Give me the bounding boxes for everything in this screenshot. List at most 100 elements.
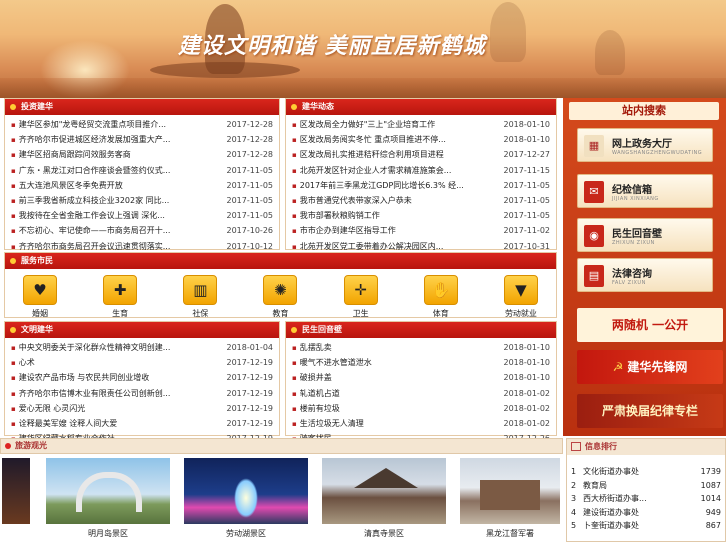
service-item[interactable]: ✺ 教育 bbox=[255, 275, 305, 319]
panel-title[interactable]: 投资建华 bbox=[21, 102, 53, 111]
scroll-left-arrow[interactable] bbox=[2, 458, 30, 524]
photo-dujunshu[interactable] bbox=[460, 458, 560, 524]
service-item[interactable]: ♥ 婚姻 bbox=[15, 275, 65, 319]
news-item[interactable]: 前三季我省新成立科技企业3202家 同比... 2017-11-05 bbox=[11, 193, 273, 208]
news-title[interactable]: 我市普通党代表带家深入户恭未 bbox=[292, 193, 412, 208]
news-title[interactable]: 区发改局扎实推进秸秆综合利用项目进程 bbox=[292, 147, 444, 162]
news-item[interactable]: 轧道机占道 2018-01-02 bbox=[292, 386, 550, 401]
news-item[interactable]: 齐齐哈尔市信博木业有限责任公司创新创... 2017-12-19 bbox=[11, 386, 273, 401]
double-random-banner[interactable]: 两随机 一公开 bbox=[577, 308, 723, 342]
news-title[interactable]: 心术 bbox=[11, 355, 35, 370]
ranking-item[interactable]: 1 文化街道办事处 1739 bbox=[571, 465, 721, 479]
news-title[interactable]: 区发改局全力做好"三上"企业培育工作 bbox=[292, 117, 435, 132]
photo-mingyuedao[interactable] bbox=[46, 458, 170, 524]
news-title[interactable]: 楼前有垃圾 bbox=[292, 401, 340, 416]
news-title[interactable]: 我市部署秋粮购销工作 bbox=[292, 208, 380, 223]
ranking-item[interactable]: 5 卜奎街道办事处 867 bbox=[571, 519, 721, 533]
service-item[interactable]: ▥ 社保 bbox=[175, 275, 225, 319]
news-item[interactable]: 广东・黑龙江对口合作座谈会暨签约仪式... 2017-11-05 bbox=[11, 163, 273, 178]
news-title[interactable]: 广东・黑龙江对口合作座谈会暨签约仪式... bbox=[11, 163, 171, 178]
legal-consult-button[interactable]: ▤ 法律咨询 FALV ZIXUN bbox=[577, 258, 713, 292]
gov-hall-button[interactable]: ▦ 网上政务大厅 WANGSHANGZHENGWUDATING bbox=[577, 128, 713, 162]
news-title[interactable]: 前三季我省新成立科技企业3202家 同比... bbox=[11, 193, 170, 208]
panel-title[interactable]: 民生回音壁 bbox=[302, 325, 342, 334]
news-item[interactable]: 破损井盖 2018-01-10 bbox=[292, 370, 550, 385]
news-item[interactable]: 楼前有垃圾 2018-01-02 bbox=[292, 401, 550, 416]
news-title[interactable]: 建华区参加"龙粤经贸交流重点项目推介... bbox=[11, 117, 166, 132]
discipline-mailbox-button[interactable]: ✉ 纪检信箱 JIJIAN XINXIANG bbox=[577, 174, 713, 208]
photo-label[interactable]: 劳动湖景区 bbox=[184, 528, 308, 539]
news-title[interactable]: 不忘初心、牢记使命——市商务局召开十... bbox=[11, 223, 171, 238]
service-item[interactable]: ✋ 体育 bbox=[416, 275, 466, 319]
news-item[interactable]: 建华区招商局跟踪问效服务客商 2017-12-28 bbox=[11, 147, 273, 162]
section-title[interactable]: 旅游观光 bbox=[15, 441, 47, 450]
panel-title[interactable]: 文明建华 bbox=[21, 325, 53, 334]
news-item[interactable]: 不忘初心、牢记使命——市商务局召开十... 2017-10-26 bbox=[11, 223, 273, 238]
photo-laodonghu[interactable] bbox=[184, 458, 308, 524]
news-item[interactable]: 我按待在全省金融工作会议上强调 深化... 2017-11-05 bbox=[11, 208, 273, 223]
news-item[interactable]: 区发改局全力做好"三上"企业培育工作 2018-01-10 bbox=[292, 117, 550, 132]
news-item[interactable]: 我市普通党代表带家深入户恭未 2017-11-05 bbox=[292, 193, 550, 208]
ranking-item[interactable]: 2 教育局 1087 bbox=[571, 479, 721, 493]
news-item[interactable]: 齐齐哈尔市促进城区经济发展加强重大产... 2017-12-28 bbox=[11, 132, 273, 147]
news-item[interactable]: 暖气不进水管道泄水 2018-01-10 bbox=[292, 355, 550, 370]
news-title[interactable]: 爱心无限 心灵闪光 bbox=[11, 401, 86, 416]
news-title[interactable]: 齐齐哈尔市信博木业有限责任公司创新创... bbox=[11, 386, 171, 401]
photo-label[interactable]: 清真寺景区 bbox=[322, 528, 446, 539]
news-title[interactable]: 建设农产品市场 与农民共同创业增收 bbox=[11, 370, 150, 385]
photo-mosque[interactable] bbox=[322, 458, 446, 524]
education-icon: ✺ bbox=[263, 275, 298, 305]
news-item[interactable]: 乱摆乱卖 2018-01-10 bbox=[292, 340, 550, 355]
crane-silhouette-far bbox=[595, 30, 625, 75]
building-facade-shape bbox=[480, 480, 540, 510]
news-item[interactable]: 市市企办到建华区指导工作 2017-11-02 bbox=[292, 223, 550, 238]
news-title[interactable]: 暖气不进水管道泄水 bbox=[292, 355, 372, 370]
photo-label[interactable]: 黑龙江督军署 bbox=[460, 528, 560, 539]
news-item[interactable]: 生活垃圾无人清理 2018-01-02 bbox=[292, 416, 550, 431]
news-title[interactable]: 北苑开发区针对企业人才需求精准施策会... bbox=[292, 163, 452, 178]
ranking-item[interactable]: 4 建设街道办事处 949 bbox=[571, 506, 721, 520]
news-item[interactable]: 区发改局务阅实冬忙 重点项目推进不停... 2018-01-10 bbox=[292, 132, 550, 147]
news-title[interactable]: 齐齐哈尔市促进城区经济发展加强重大产... bbox=[11, 132, 171, 147]
ranking-item[interactable]: 3 西大桥街道办事... 1014 bbox=[571, 492, 721, 506]
news-item[interactable]: 我市部署秋粮购销工作 2017-11-05 bbox=[292, 208, 550, 223]
news-item[interactable]: 建设农产品市场 与农民共同创业增收 2017-12-19 bbox=[11, 370, 273, 385]
news-title[interactable]: 我按待在全省金融工作会议上强调 深化... bbox=[11, 208, 165, 223]
panel-title[interactable]: 建华动态 bbox=[302, 102, 334, 111]
news-item[interactable]: 北苑开发区针对企业人才需求精准施策会... 2017-11-15 bbox=[292, 163, 550, 178]
news-item[interactable]: 中央文明委关于深化群众性精神文明创建... 2018-01-04 bbox=[11, 340, 273, 355]
pioneer-net-banner[interactable]: ☭ 建华先锋网 bbox=[577, 350, 723, 384]
panel-title[interactable]: 服务市民 bbox=[21, 256, 53, 265]
election-discipline-banner[interactable]: 严肃换届纪律专栏 bbox=[577, 394, 723, 428]
news-title[interactable]: 市市企办到建华区指导工作 bbox=[292, 223, 396, 238]
news-date: 2017-12-19 bbox=[226, 403, 274, 413]
news-title[interactable]: 建华区招商局跟踪问效服务客商 bbox=[11, 147, 131, 162]
news-title[interactable]: 破损井盖 bbox=[292, 370, 332, 385]
news-title[interactable]: 诠释最美军嫂 诠释人间大爱 bbox=[11, 416, 118, 431]
right-sidebar: 站内搜索 ▦ 网上政务大厅 WANGSHANGZHENGWUDATING ✉ 纪… bbox=[563, 98, 726, 436]
news-item[interactable]: 诠释最美军嫂 诠释人间大爱 2017-12-19 bbox=[11, 416, 273, 431]
livelihood-wall-button[interactable]: ◉ 民生回音壁 ZHIXUN ZIXUN bbox=[577, 218, 713, 252]
service-item[interactable]: ✛ 卫生 bbox=[336, 275, 386, 319]
panel-services: 服务市民 ♥ 婚姻 ✚ 生育 ▥ 社保 ✺ 教育 ✛ 卫生 ✋ 体育 ▼ 劳动就业 bbox=[4, 252, 557, 318]
news-title[interactable]: 生活垃圾无人清理 bbox=[292, 416, 364, 431]
news-item[interactable]: 建华区参加"龙粤经贸交流重点项目推介... 2017-12-28 bbox=[11, 117, 273, 132]
news-date: 2017-12-28 bbox=[226, 120, 274, 129]
site-search-title[interactable]: 站内搜索 bbox=[569, 102, 719, 120]
news-item[interactable]: 2017年前三季黑龙江GDP同比增长6.3% 经... 2017-11-05 bbox=[292, 178, 550, 193]
news-item[interactable]: 心术 2017-12-19 bbox=[11, 355, 273, 370]
photo-label[interactable]: 明月岛景区 bbox=[46, 528, 170, 539]
news-item[interactable]: 区发改局扎实推进秸秆综合利用项目进程 2017-12-27 bbox=[292, 147, 550, 162]
news-title[interactable]: 2017年前三季黑龙江GDP同比增长6.3% 经... bbox=[292, 178, 464, 193]
news-date: 2017-11-05 bbox=[226, 165, 274, 175]
service-item[interactable]: ✚ 生育 bbox=[95, 275, 145, 319]
news-title[interactable]: 五大连池风景区冬季免费开放 bbox=[11, 178, 123, 193]
news-item[interactable]: 爱心无限 心灵闪光 2017-12-19 bbox=[11, 401, 273, 416]
news-title[interactable]: 中央文明委关于深化群众性精神文明创建... bbox=[11, 340, 171, 355]
news-item[interactable]: 五大连池风景区冬季免费开放 2017-11-05 bbox=[11, 178, 273, 193]
news-title[interactable]: 乱摆乱卖 bbox=[292, 340, 332, 355]
news-title[interactable]: 轧道机占道 bbox=[292, 386, 340, 401]
rank-count: 949 bbox=[705, 507, 721, 517]
service-item[interactable]: ▼ 劳动就业 bbox=[496, 275, 546, 319]
news-title[interactable]: 区发改局务阅实冬忙 重点项目推进不停... bbox=[292, 132, 446, 147]
